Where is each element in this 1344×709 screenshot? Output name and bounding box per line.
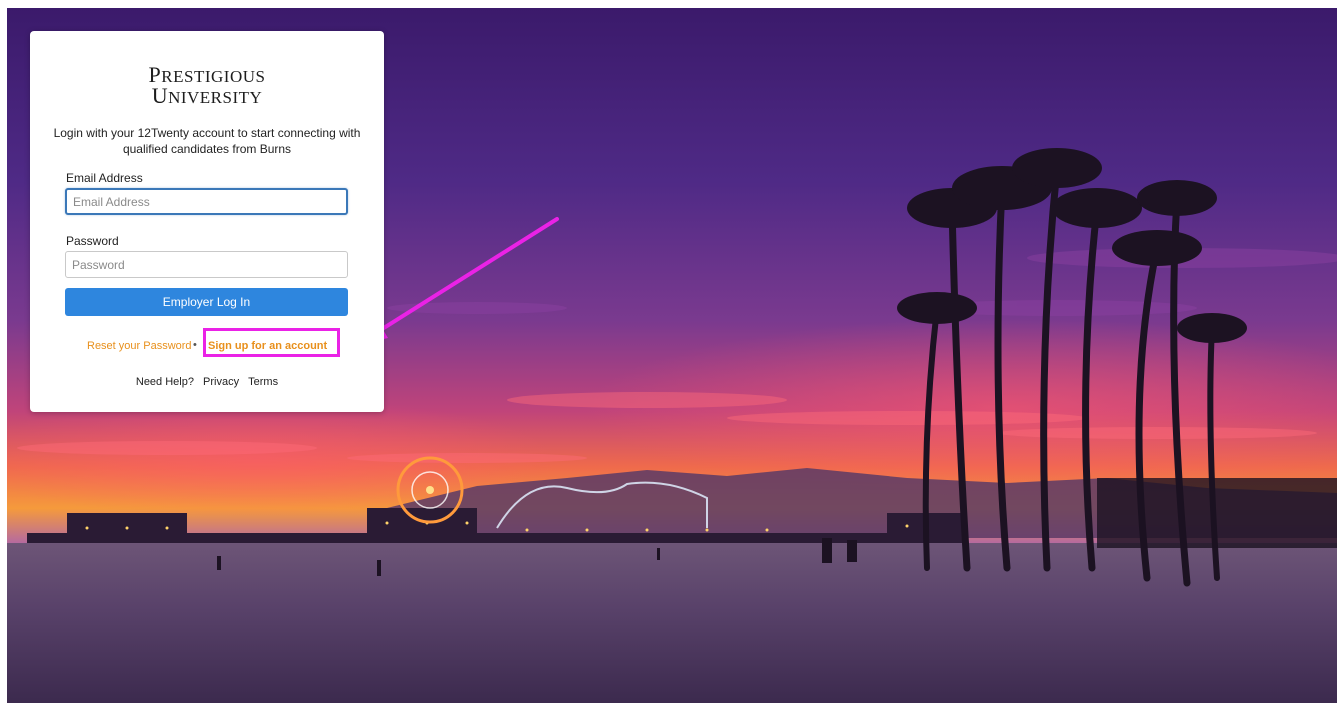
reset-password-link[interactable]: Reset your Password	[87, 340, 192, 352]
university-logo-line2: UNIVERSITY	[151, 83, 263, 108]
footer-links: Need Help? Privacy Terms	[30, 376, 384, 388]
email-field[interactable]	[65, 188, 348, 215]
password-field[interactable]	[65, 251, 348, 278]
password-label: Password	[66, 234, 119, 248]
link-separator: •	[193, 339, 197, 351]
privacy-link[interactable]: Privacy	[203, 376, 239, 388]
employer-login-button[interactable]: Employer Log In	[65, 288, 348, 316]
need-help-link[interactable]: Need Help?	[136, 376, 194, 388]
signup-link[interactable]: Sign up for an account	[208, 340, 327, 352]
terms-link[interactable]: Terms	[248, 376, 278, 388]
email-label: Email Address	[66, 171, 143, 185]
page-frame: PRESTIGIOUS UNIVERSITY Login with your 1…	[7, 8, 1337, 703]
account-links-row: Reset your Password • Sign up for an acc…	[30, 328, 384, 358]
login-card: PRESTIGIOUS UNIVERSITY Login with your 1…	[30, 31, 384, 412]
login-intro-text: Login with your 12Twenty account to star…	[53, 126, 361, 156]
